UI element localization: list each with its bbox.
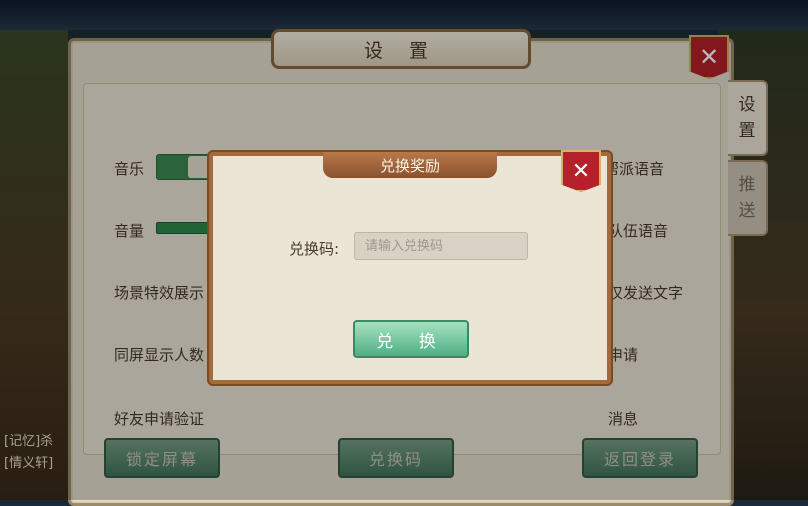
redeem-code-input[interactable] (354, 232, 528, 260)
redeem-submit-button[interactable]: 兑 换 (353, 320, 469, 358)
redeem-code-label: 兑换码: (289, 240, 340, 258)
dialog-title: 兑换奖励 (323, 152, 497, 178)
redeem-dialog: 兑换奖励 ✕ 兑换码: 兑 换 (209, 150, 611, 384)
close-icon[interactable]: ✕ (561, 150, 601, 192)
